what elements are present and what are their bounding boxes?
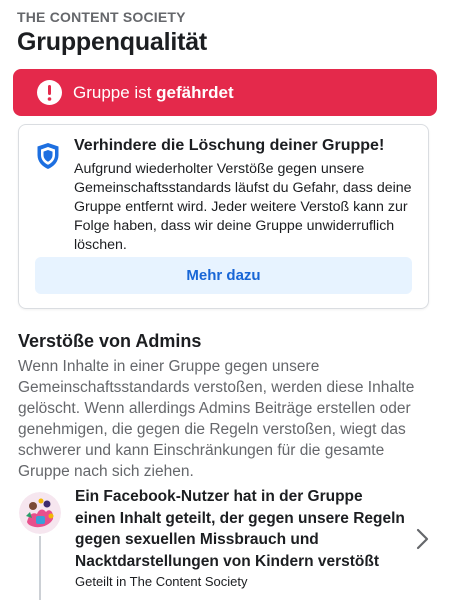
alert-icon — [37, 80, 62, 105]
status-prefix: Gruppe ist — [73, 82, 152, 102]
section-title: Verstöße von Admins — [18, 331, 202, 351]
group-status-banner: Gruppe ist gefährdet — [13, 69, 437, 116]
chevron-right-icon[interactable] — [414, 527, 432, 551]
violation-illustration-icon — [19, 492, 61, 534]
page-title: Gruppenqualität — [17, 28, 208, 56]
learn-more-button[interactable]: Mehr dazu — [35, 257, 412, 294]
warning-card: Verhindere die Löschung deiner Gruppe! A… — [18, 124, 429, 309]
timeline-line — [39, 536, 41, 600]
status-value: gefährdet — [156, 82, 234, 102]
violation-title[interactable]: Ein Facebook-Nutzer hat in der Gruppe ei… — [75, 486, 405, 572]
card-body: Aufgrund wiederholter Verstöße gegen uns… — [74, 161, 412, 253]
card-title: Verhindere die Löschung deiner Gruppe! — [74, 137, 385, 154]
group-name: THE CONTENT SOCIETY — [17, 9, 186, 25]
violation-meta: Geteilt in The Content Society — [75, 574, 248, 589]
shield-icon — [37, 143, 59, 169]
section-description: Wenn Inhalte in einer Gruppe gegen unser… — [18, 358, 415, 480]
status-text: Gruppe ist gefährdet — [73, 83, 234, 103]
